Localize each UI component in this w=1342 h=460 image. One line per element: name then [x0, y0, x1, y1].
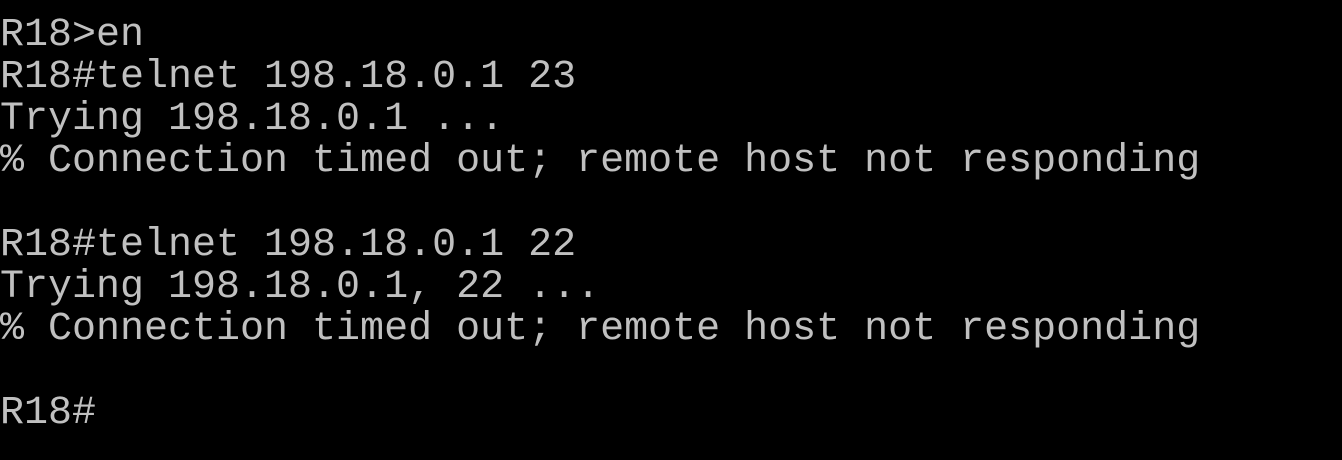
- terminal-line: Trying 198.18.0.1 ...: [0, 97, 505, 142]
- terminal-line: % Connection timed out; remote host not …: [0, 307, 1201, 352]
- terminal-line: R18#telnet 198.18.0.1 23: [0, 55, 577, 100]
- terminal-prompt[interactable]: R18#: [0, 393, 1342, 435]
- terminal-window[interactable]: R18>en R18#telnet 198.18.0.1 23 Trying 1…: [0, 0, 1342, 460]
- terminal-line: % Connection timed out; remote host not …: [0, 139, 1201, 184]
- terminal-line: R18>en: [0, 13, 145, 58]
- terminal-line: Trying 198.18.0.1, 22 ...: [0, 265, 601, 310]
- terminal-line: R18#telnet 198.18.0.1 22: [0, 223, 577, 268]
